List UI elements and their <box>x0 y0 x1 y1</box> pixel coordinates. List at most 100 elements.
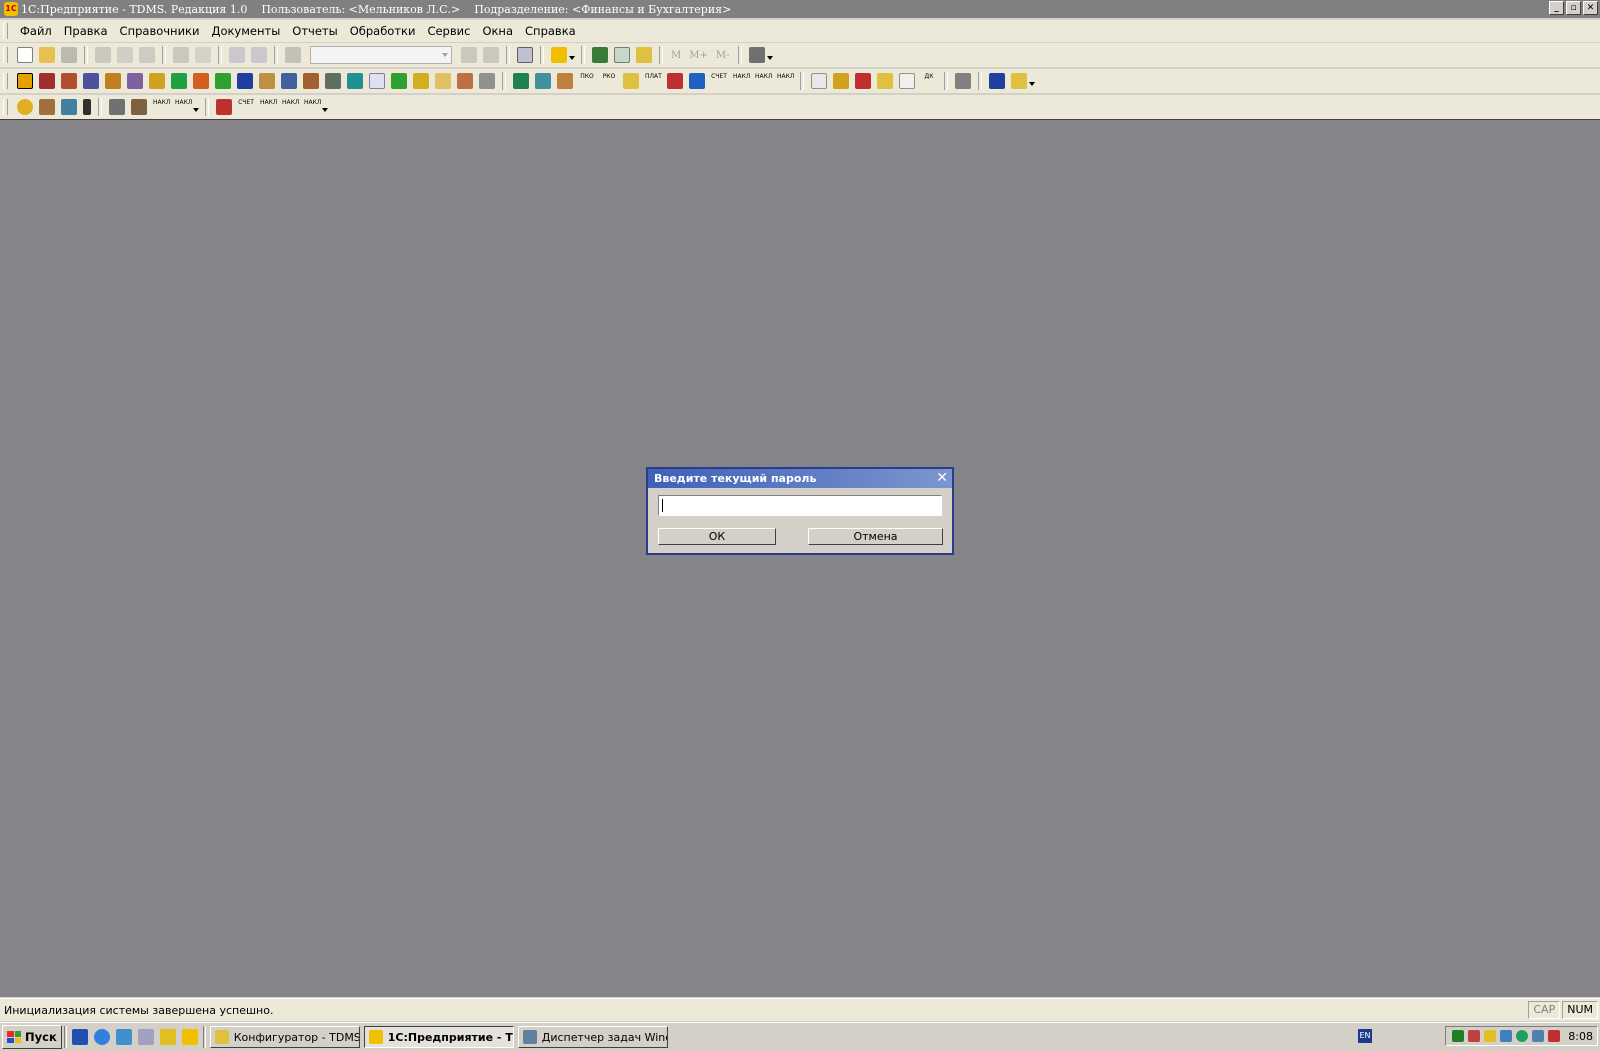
wrench-icon[interactable] <box>131 99 147 115</box>
language-indicator[interactable]: EN <box>1358 1029 1372 1043</box>
receipt-order-icon[interactable]: ПКО <box>579 73 595 89</box>
memory-m-button[interactable]: M <box>671 50 681 61</box>
report-icon[interactable] <box>811 73 827 89</box>
dropdown-arrow-icon[interactable] <box>322 108 328 112</box>
factory-icon[interactable] <box>281 73 297 89</box>
settings-icon[interactable] <box>955 73 971 89</box>
new-document-icon[interactable] <box>17 47 33 63</box>
tray-disconnect-icon[interactable] <box>1548 1030 1561 1042</box>
menu-reports[interactable]: Отчеты <box>286 24 343 38</box>
money-icon[interactable] <box>215 73 231 89</box>
monitor-icon[interactable] <box>347 73 363 89</box>
waybill-out-icon[interactable]: НАКЛ <box>282 99 299 115</box>
expense-order-icon[interactable]: РКО <box>601 73 617 89</box>
menu-processing[interactable]: Обработки <box>344 24 422 38</box>
balance-icon[interactable] <box>833 73 849 89</box>
gear-icon[interactable] <box>325 73 341 89</box>
dollar-icon[interactable] <box>171 73 187 89</box>
coins-icon[interactable] <box>623 73 639 89</box>
chart-of-accounts-icon[interactable] <box>17 73 33 89</box>
find-prev-icon[interactable] <box>483 47 499 63</box>
transfer-icon[interactable] <box>413 73 429 89</box>
maximize-button[interactable]: ▫ <box>1566 1 1581 15</box>
book-icon[interactable] <box>989 73 1005 89</box>
copy-icon[interactable] <box>117 47 133 63</box>
cancel-button[interactable]: Отмена <box>808 528 943 545</box>
payment-order-icon[interactable]: ПЛАТ <box>645 73 662 89</box>
menu-file[interactable]: Файл <box>14 24 58 38</box>
hand-icon[interactable] <box>39 99 55 115</box>
help-context-icon[interactable] <box>551 47 567 63</box>
building-icon[interactable] <box>61 73 77 89</box>
tray-connection-icon[interactable] <box>1532 1030 1545 1042</box>
toolbar-grip[interactable] <box>3 99 8 115</box>
menu-documents[interactable]: Документы <box>205 24 286 38</box>
truck-icon[interactable] <box>535 73 551 89</box>
import-icon[interactable] <box>216 99 232 115</box>
dropdown-arrow-icon[interactable] <box>569 56 575 60</box>
pin-icon[interactable] <box>83 99 91 115</box>
invoice-small-icon[interactable]: СЧЕТ <box>238 99 254 115</box>
tray-network-icon[interactable] <box>1452 1030 1465 1042</box>
cash-icon[interactable] <box>193 73 209 89</box>
waybill-move-icon[interactable]: НАКЛ <box>304 99 321 115</box>
tools-icon[interactable] <box>748 47 765 63</box>
goods-icon[interactable] <box>105 73 121 89</box>
print-icon[interactable] <box>173 47 189 63</box>
calendar-icon[interactable] <box>614 47 630 63</box>
show-desktop-icon[interactable] <box>71 1029 88 1045</box>
waybill-in-icon[interactable]: НАКЛ <box>260 99 277 115</box>
waybill-remove-icon[interactable]: НАКЛ <box>175 99 192 115</box>
outlook-icon[interactable] <box>115 1029 132 1045</box>
memory-mminus-button[interactable]: M- <box>716 50 730 61</box>
paste-icon[interactable] <box>139 47 155 63</box>
waybill-transfer-icon[interactable]: НАКЛ <box>777 73 794 89</box>
income-icon[interactable] <box>667 73 683 89</box>
books-icon[interactable] <box>513 73 529 89</box>
ok-button[interactable]: ОК <box>658 528 776 545</box>
bar-chart-icon[interactable] <box>855 73 871 89</box>
open-folder-icon[interactable] <box>39 47 55 63</box>
warehouse-icon[interactable] <box>83 73 99 89</box>
chart-icon[interactable] <box>457 73 473 89</box>
window-list-icon[interactable] <box>517 47 533 63</box>
menu-help[interactable]: Справка <box>519 24 582 38</box>
tools-quicklaunch-icon[interactable] <box>159 1029 176 1045</box>
1c-quicklaunch-icon[interactable] <box>181 1029 198 1045</box>
exchange-icon[interactable] <box>636 47 652 63</box>
document-icon[interactable] <box>369 73 385 89</box>
find-icon[interactable] <box>285 47 301 63</box>
dropdown-arrow-icon[interactable] <box>1029 82 1035 86</box>
notepad-icon[interactable] <box>137 1029 154 1045</box>
globe-icon[interactable] <box>61 99 77 115</box>
graph-icon[interactable] <box>435 73 451 89</box>
list-icon[interactable] <box>479 73 495 89</box>
find-next-icon[interactable] <box>461 47 477 63</box>
menu-directories[interactable]: Справочники <box>114 24 206 38</box>
internet-explorer-icon[interactable] <box>93 1029 110 1045</box>
toolbar-grip[interactable] <box>3 47 8 63</box>
tray-clock[interactable]: 8:08 <box>1568 1030 1593 1043</box>
people-icon[interactable] <box>237 73 253 89</box>
dropdown-arrow-icon[interactable] <box>766 56 773 60</box>
task-configurator[interactable]: Конфигуратор - TDMS. ... <box>209 1026 360 1048</box>
hammer-icon[interactable] <box>109 99 125 115</box>
tray-security-icon[interactable] <box>1484 1030 1497 1042</box>
undo-icon[interactable] <box>229 47 245 63</box>
task-enterprise[interactable]: 1С:Предприятие - TD... <box>363 1026 514 1048</box>
redo-icon[interactable] <box>251 47 267 63</box>
dialog-close-icon[interactable]: ✕ <box>936 470 948 486</box>
minimize-button[interactable]: _ <box>1549 1 1564 15</box>
menu-windows[interactable]: Окна <box>476 24 519 38</box>
tray-antivirus-icon[interactable] <box>1516 1030 1529 1042</box>
hierarchy-icon[interactable] <box>303 73 319 89</box>
waybill-add-icon[interactable]: НАКЛ <box>153 99 170 115</box>
memory-mplus-button[interactable]: M+ <box>689 50 708 61</box>
debit-credit-icon[interactable]: ДК <box>921 73 937 89</box>
task-task-manager[interactable]: Диспетчер задач Wind... <box>517 1026 668 1048</box>
folder-icon[interactable] <box>1011 73 1027 89</box>
waybill-minus-icon[interactable]: НАКЛ <box>755 73 772 89</box>
search-combo[interactable] <box>310 46 452 64</box>
ledger-icon[interactable] <box>877 73 893 89</box>
save-icon[interactable] <box>61 47 77 63</box>
